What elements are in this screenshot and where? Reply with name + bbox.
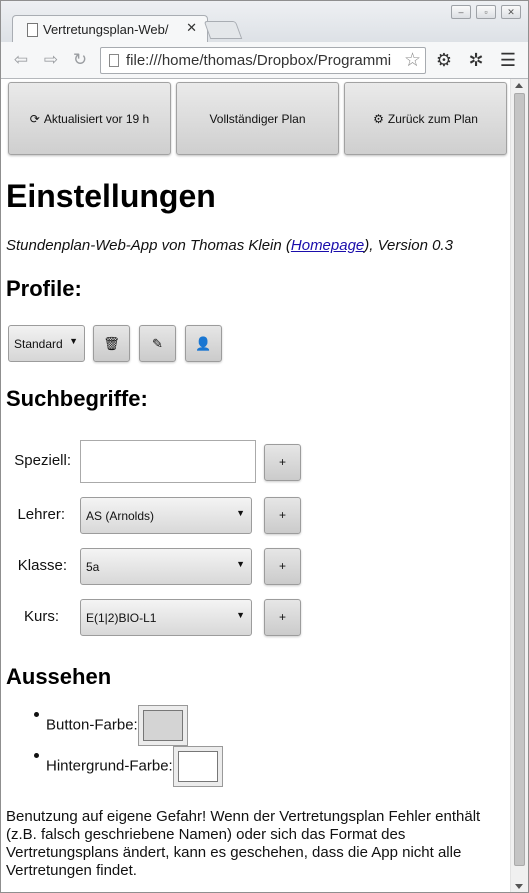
scroll-up-arrow-icon[interactable] [515, 83, 523, 88]
teacher-select[interactable]: AS (Arnolds) ▼ [80, 497, 252, 534]
class-select[interactable]: 5a ▼ [80, 548, 252, 585]
full-plan-button[interactable]: Vollständiger Plan [176, 82, 339, 155]
url-text[interactable]: file:///home/thomas/Dropbox/Programmi [126, 52, 396, 69]
appearance-heading: Aussehen [6, 664, 112, 689]
profile-select-value: Standard [14, 337, 63, 351]
page-title: Einstellungen [6, 178, 216, 214]
homepage-link[interactable]: Homepage [291, 237, 364, 254]
class-select-value: 5a [86, 560, 100, 574]
add-user-icon: 👤 [195, 336, 212, 351]
add-class-button[interactable]: + [264, 548, 301, 585]
app-info-suffix: ), Version 0.3 [364, 237, 453, 254]
button-color-swatch [142, 710, 183, 741]
button-color-item: Button-Farbe: [34, 705, 223, 746]
course-label: Kurs: [23, 608, 59, 625]
gear-icon[interactable]: ⚙ [433, 49, 455, 71]
course-select-value: E(1|2)BIO-L1 [86, 611, 157, 625]
dropdown-arrow-icon: ▼ [236, 508, 245, 518]
course-select[interactable]: E(1|2)BIO-L1 ▼ [80, 599, 252, 636]
profiles-heading: Profile: [6, 276, 82, 301]
button-color-label: Button-Farbe: [46, 716, 138, 734]
refresh-button[interactable]: ⟳ Aktualisiert vor 19 h [8, 82, 171, 155]
plus-label: + [278, 610, 286, 624]
app-info: Stundenplan-Web-App von Thomas Klein (Ho… [6, 237, 453, 254]
add-special-button[interactable]: + [264, 444, 301, 481]
bookmark-star-icon[interactable]: ☆ [404, 49, 421, 72]
page-viewport: ⟳ Aktualisiert vor 19 h Vollständiger Pl… [1, 79, 510, 892]
disclaimer-text: Benutzung auf eigene Gefahr! Wenn der Ve… [6, 808, 481, 879]
add-profile-button[interactable]: 👤 [185, 325, 222, 362]
trash-icon: 🗑 [103, 336, 120, 351]
back-to-plan-button-label: Zurück zum Plan [387, 111, 478, 126]
appearance-list: Button-Farbe: Hintergrund-Farbe: [1, 705, 223, 787]
refresh-button-label: Aktualisiert vor 19 h [43, 111, 150, 126]
add-teacher-button[interactable]: + [264, 497, 301, 534]
background-color-item: Hintergrund-Farbe: [34, 746, 223, 787]
edit-profile-button[interactable]: ✎ [139, 325, 176, 362]
refresh-icon: ⟳ [29, 111, 40, 126]
search-terms-heading: Suchbegriffe: [6, 386, 148, 411]
forward-arrow-icon[interactable]: ⇨ [39, 49, 63, 71]
maximize-icon[interactable]: ▫ [476, 5, 496, 19]
pencil-icon: ✎ [152, 336, 163, 351]
close-window-icon[interactable]: ✕ [501, 5, 521, 19]
reload-icon[interactable]: ↻ [68, 49, 92, 71]
add-course-button[interactable]: + [264, 599, 301, 636]
background-color-swatch [177, 751, 218, 782]
vertical-scrollbar[interactable] [510, 79, 528, 892]
bug-icon[interactable]: ✲ [465, 49, 487, 71]
menu-icon[interactable]: ☰ [497, 49, 519, 71]
full-plan-button-label: Vollständiger Plan [209, 111, 306, 126]
browser-window: Vertretungsplan-Web/ ✕ – ▫ ✕ ⇦ ⇨ ↻ file:… [0, 0, 529, 893]
profile-select[interactable]: Standard ▼ [8, 325, 85, 362]
tab-title: Vertretungsplan-Web/ [43, 22, 169, 37]
browser-toolbar: ⇦ ⇨ ↻ file:///home/thomas/Dropbox/Progra… [1, 42, 528, 79]
special-label: Speziell: [14, 452, 71, 469]
scrollbar-thumb[interactable] [514, 93, 525, 866]
dropdown-arrow-icon: ▼ [236, 610, 245, 620]
plus-label: + [278, 455, 286, 469]
class-label: Klasse: [17, 557, 67, 574]
delete-profile-button[interactable]: 🗑 [93, 325, 130, 362]
gear-icon: ⚙ [373, 111, 384, 126]
back-to-plan-button[interactable]: ⚙ Zurück zum Plan [344, 82, 507, 155]
background-color-label: Hintergrund-Farbe: [46, 757, 173, 775]
title-bar: Vertretungsplan-Web/ ✕ – ▫ ✕ [1, 1, 528, 43]
new-tab-button[interactable] [203, 21, 243, 39]
special-input[interactable] [80, 440, 256, 483]
button-color-picker[interactable] [137, 705, 188, 746]
page-icon [27, 23, 38, 37]
back-arrow-icon[interactable]: ⇦ [9, 49, 33, 71]
teacher-select-value: AS (Arnolds) [86, 509, 155, 523]
browser-tab[interactable]: Vertretungsplan-Web/ ✕ [12, 15, 208, 43]
teacher-label: Lehrer: [17, 506, 65, 523]
background-color-picker[interactable] [172, 746, 223, 787]
address-bar[interactable]: file:///home/thomas/Dropbox/Programmi ☆ [100, 47, 426, 74]
app-info-prefix: Stundenplan-Web-App von Thomas Klein ( [6, 237, 291, 254]
page-icon [109, 54, 119, 67]
minimize-icon[interactable]: – [451, 5, 471, 19]
plus-label: + [278, 559, 286, 573]
dropdown-arrow-icon: ▼ [236, 559, 245, 569]
scroll-down-arrow-icon[interactable] [515, 884, 523, 889]
close-tab-icon[interactable]: ✕ [186, 20, 197, 36]
plus-label: + [278, 508, 286, 522]
dropdown-arrow-icon: ▼ [69, 336, 78, 346]
